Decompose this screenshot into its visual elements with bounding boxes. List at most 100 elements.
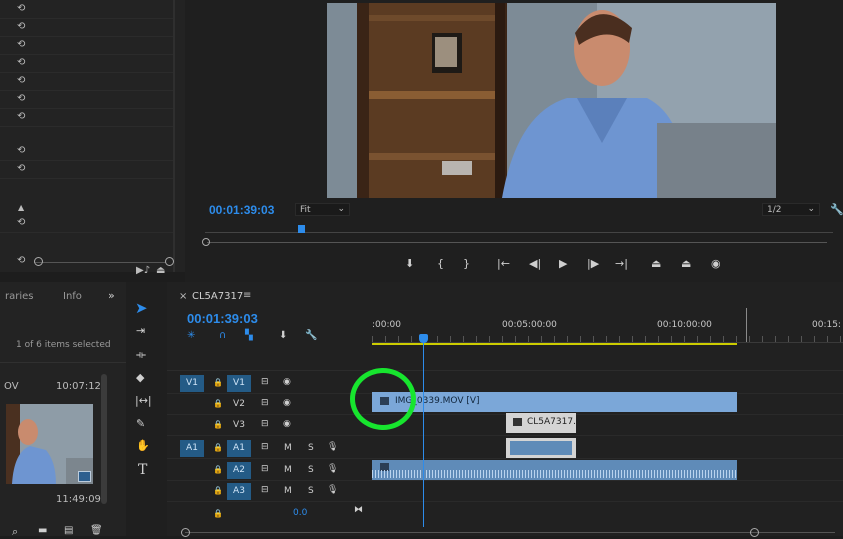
lock-icon[interactable]: 🔒 <box>213 486 223 495</box>
razor-tool-icon[interactable]: ◆ <box>136 371 144 384</box>
go-to-in-icon[interactable]: |← <box>497 257 510 270</box>
timeline-scroll-track[interactable] <box>185 532 835 533</box>
keyframe-scroll-track[interactable] <box>34 262 166 263</box>
lock-icon[interactable]: 🔒 <box>213 443 223 452</box>
solo-button[interactable]: S <box>308 443 314 453</box>
a1-clip[interactable] <box>506 438 576 458</box>
wrench-icon[interactable]: 🔧 <box>830 203 843 216</box>
add-marker-icon[interactable]: ⬇ <box>279 330 287 341</box>
solo-button[interactable]: S <box>308 465 314 475</box>
mute-button[interactable]: M <box>284 465 292 475</box>
reset-parameter-icon[interactable]: ⟲ <box>17 58 25 68</box>
new-bin-icon[interactable]: ▬ <box>38 525 47 536</box>
export-frame-icon[interactable]: ◉ <box>711 257 721 270</box>
lock-icon[interactable]: 🔒 <box>213 465 223 474</box>
mark-out-icon[interactable]: } <box>463 257 470 270</box>
reset-parameter-icon[interactable]: ⟲ <box>17 146 25 156</box>
go-to-end-icon[interactable]: ⧓ <box>354 505 363 515</box>
add-marker-icon[interactable]: ⬇ <box>405 257 414 270</box>
monitor-scroll-track[interactable] <box>207 242 827 243</box>
tab-menu-icon[interactable]: ≡ <box>243 290 251 301</box>
work-area-bar[interactable] <box>372 343 737 345</box>
hand-tool-icon[interactable]: ✋ <box>136 439 150 452</box>
thumbnail-scroll-bar[interactable] <box>101 374 107 504</box>
track-target-a2[interactable]: A2 <box>227 462 251 479</box>
monitor-scroll-handle[interactable] <box>202 238 210 246</box>
new-item-icon[interactable]: ▤ <box>64 525 73 536</box>
track-target-v2[interactable]: V2 <box>227 396 251 413</box>
project-item-thumbnail[interactable] <box>6 404 93 484</box>
track-target-v3[interactable]: V3 <box>227 417 251 434</box>
source-patch-a1[interactable]: A1 <box>180 440 204 457</box>
track-target-a3[interactable]: A3 <box>227 483 251 500</box>
reset-parameter-icon[interactable]: ⟲ <box>17 40 25 50</box>
video-frame[interactable] <box>327 3 776 198</box>
extract-icon[interactable]: ⏏ <box>681 257 691 270</box>
linked-selection-icon[interactable]: ▚ <box>245 330 253 341</box>
lock-icon[interactable]: 🔒 <box>213 420 223 429</box>
ripple-edit-tool-icon[interactable]: ⟛ <box>136 348 146 362</box>
program-timecode[interactable]: 00:01:39:03 <box>209 203 274 217</box>
export-icon[interactable]: ⏏ <box>156 266 165 276</box>
lock-icon[interactable]: 🔒 <box>213 509 223 518</box>
timeline-timecode[interactable]: 00:01:39:03 <box>187 311 258 326</box>
sequence-tab[interactable]: CL5A7317 <box>192 291 243 302</box>
type-tool-icon[interactable]: T <box>138 462 147 478</box>
timeline-playhead-line[interactable] <box>423 342 424 527</box>
go-to-out-icon[interactable]: →| <box>615 257 628 270</box>
monitor-playhead[interactable] <box>298 225 305 233</box>
v2-clip[interactable]: IMG_0339.MOV [V] <box>372 392 737 412</box>
sync-lock-icon[interactable]: ⊟ <box>261 464 269 474</box>
play-icon[interactable]: ▶ <box>559 257 567 270</box>
search-icon[interactable]: ⌕ <box>12 525 18 539</box>
voiceover-mic-icon[interactable]: 🎙 <box>327 442 338 452</box>
lift-icon[interactable]: ⏏ <box>651 257 661 270</box>
eye-icon[interactable]: ◉ <box>283 377 291 387</box>
solo-button[interactable]: S <box>308 486 314 496</box>
close-tab-icon[interactable]: × <box>179 291 187 302</box>
zoom-level-select[interactable]: Fit ⌄ <box>295 203 350 216</box>
track-target-v1[interactable]: V1 <box>227 375 251 392</box>
reset-parameter-icon[interactable]: ⟲ <box>17 22 25 32</box>
reset-parameter-icon[interactable]: ⟲ <box>17 218 25 228</box>
mark-in-icon[interactable]: { <box>437 257 444 270</box>
trash-icon[interactable]: 🗑 <box>90 525 103 536</box>
sync-lock-icon[interactable]: ⊟ <box>261 419 269 429</box>
sync-lock-icon[interactable]: ⊟ <box>261 485 269 495</box>
mute-button[interactable]: M <box>284 486 292 496</box>
reset-parameter-icon[interactable]: ⟲ <box>17 112 25 122</box>
lock-icon[interactable]: 🔒 <box>213 399 223 408</box>
project-tab-info[interactable]: Info <box>63 291 82 302</box>
sync-lock-icon[interactable]: ⊟ <box>261 377 269 387</box>
v1-clip[interactable]: CL5A7317. <box>506 413 576 433</box>
slip-tool-icon[interactable]: |↔| <box>135 394 152 407</box>
track-select-tool-icon[interactable]: ⇥ <box>136 324 145 337</box>
track-target-a1[interactable]: A1 <box>227 440 251 457</box>
snap-magnet-icon[interactable]: ∩ <box>219 330 226 341</box>
master-volume[interactable]: 0.0 <box>293 508 307 518</box>
eye-icon[interactable]: ◉ <box>283 419 291 429</box>
keyframe-scroll-start-handle[interactable] <box>34 257 43 266</box>
selection-tool-icon[interactable]: ➤ <box>135 299 151 317</box>
resolution-select[interactable]: 1/2 ⌄ <box>762 203 820 216</box>
nest-icon[interactable]: ✳ <box>187 330 195 341</box>
keyframe-scroll-end-handle[interactable] <box>165 257 174 266</box>
timeline-settings-icon[interactable]: 🔧 <box>305 330 317 341</box>
step-back-icon[interactable]: ◀| <box>529 257 541 270</box>
timeline-ruler[interactable]: :00:00 00:05:00:00 00:10:00:00 00:15: <box>372 308 843 344</box>
eye-icon[interactable]: ◉ <box>283 398 291 408</box>
reset-parameter-icon[interactable]: ⟲ <box>17 76 25 86</box>
panel-overflow-icon[interactable]: » <box>108 289 115 302</box>
pen-tool-icon[interactable]: ✎ <box>136 417 145 430</box>
reset-parameter-icon[interactable]: ⟲ <box>17 164 25 174</box>
voiceover-mic-icon[interactable]: 🎙 <box>327 485 338 495</box>
a2-clip[interactable] <box>372 460 737 480</box>
voiceover-mic-icon[interactable]: 🎙 <box>327 464 338 474</box>
sync-lock-icon[interactable]: ⊟ <box>261 398 269 408</box>
project-item-name[interactable]: OV <box>4 381 19 392</box>
source-patch-v1[interactable]: V1 <box>180 375 204 392</box>
mute-button[interactable]: M <box>284 443 292 453</box>
collapse-up-icon[interactable]: ▲ <box>18 203 24 212</box>
play-audio-icon[interactable]: ▶♪ <box>136 266 150 276</box>
project-tab-libraries[interactable]: raries <box>5 291 34 302</box>
